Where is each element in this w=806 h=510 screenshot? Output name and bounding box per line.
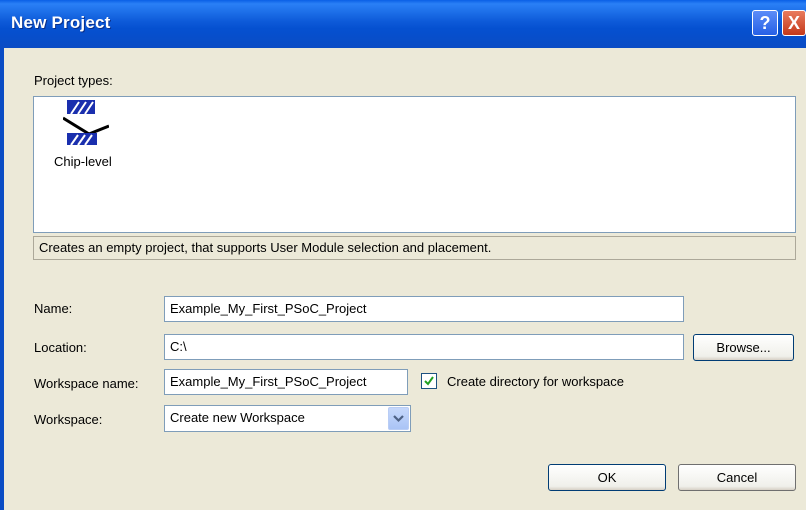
workspace-select[interactable]: Create new Workspace bbox=[164, 405, 411, 432]
workspace-name-input[interactable]: Example_My_First_PSoC_Project bbox=[164, 369, 408, 395]
window-title: New Project bbox=[11, 13, 111, 32]
ok-button[interactable]: OK bbox=[548, 464, 666, 491]
name-input[interactable]: Example_My_First_PSoC_Project bbox=[164, 296, 684, 322]
cancel-button[interactable]: Cancel bbox=[678, 464, 796, 491]
close-button[interactable]: X bbox=[782, 10, 806, 36]
help-button[interactable]: ? bbox=[752, 10, 778, 36]
location-label: Location: bbox=[34, 340, 87, 355]
cancel-button-label: Cancel bbox=[716, 470, 758, 485]
chip-level-label[interactable]: Chip-level bbox=[54, 154, 112, 169]
project-types-list[interactable] bbox=[33, 96, 796, 233]
title-bar[interactable]: New Project ? X bbox=[0, 0, 806, 48]
project-type-description: Creates an empty project, that supports … bbox=[33, 236, 796, 260]
check-icon bbox=[424, 376, 434, 386]
workspace-label: Workspace: bbox=[34, 412, 103, 427]
window-frame bbox=[0, 48, 4, 510]
create-directory-checkbox[interactable] bbox=[421, 373, 437, 389]
project-types-label: Project types: bbox=[34, 73, 113, 88]
workspace-select-value: Create new Workspace bbox=[170, 410, 305, 425]
chip-level-icon[interactable] bbox=[63, 100, 109, 148]
name-label: Name: bbox=[34, 301, 73, 316]
browse-button[interactable]: Browse... bbox=[693, 334, 794, 361]
workspace-name-label: Workspace name: bbox=[34, 376, 139, 391]
chevron-down-icon[interactable] bbox=[388, 407, 409, 430]
create-directory-label[interactable]: Create directory for workspace bbox=[447, 374, 624, 389]
browse-button-label: Browse... bbox=[716, 340, 771, 355]
location-input[interactable]: C:\ bbox=[164, 334, 684, 360]
ok-button-label: OK bbox=[597, 470, 617, 485]
project-types-label-text: Project types: bbox=[34, 73, 113, 88]
